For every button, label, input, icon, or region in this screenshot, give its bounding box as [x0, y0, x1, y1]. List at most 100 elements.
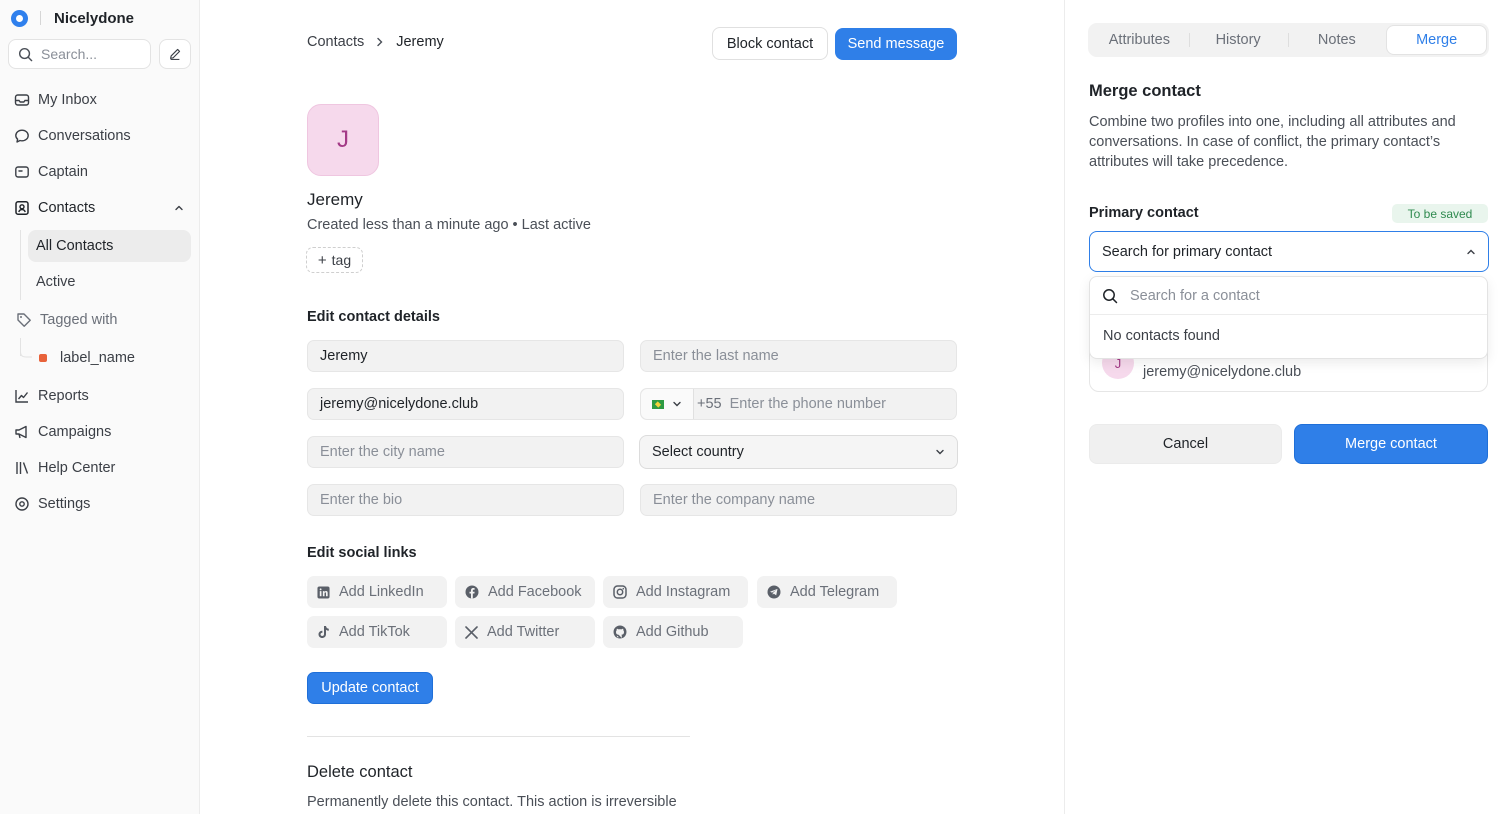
tag-icon: [17, 313, 31, 327]
phone-placeholder: Enter the phone number: [729, 396, 886, 412]
pencil-icon: [170, 48, 181, 60]
brand-divider: [40, 11, 41, 25]
label-color-dot: [39, 354, 47, 362]
social-links-title: Edit social links: [307, 545, 417, 561]
social-label: Add Instagram: [636, 584, 731, 600]
chart-line-icon: [15, 390, 29, 403]
sidebar: Nicelydone Search... My Inbox Conversati…: [0, 0, 200, 814]
merge-contact-button[interactable]: Merge contact: [1294, 424, 1488, 464]
dial-code: +55: [697, 396, 722, 412]
sidebar-item-conversations[interactable]: Conversations: [14, 122, 131, 150]
search-icon: [18, 47, 33, 61]
contact-meta: Created less than a minute ago • Last ac…: [307, 217, 591, 233]
plus-icon: +: [317, 251, 327, 269]
add-twitter-button[interactable]: Add Twitter: [455, 616, 595, 648]
chevron-down-icon: [936, 449, 944, 455]
sidebar-item-label: Contacts: [38, 200, 96, 216]
sidebar-item-label: Conversations: [38, 128, 131, 144]
contact-avatar: J: [307, 104, 379, 176]
contact-search-input[interactable]: Search for a contact: [1090, 277, 1487, 315]
add-linkedin-button[interactable]: Add LinkedIn: [307, 576, 447, 608]
chevron-right-icon: [376, 37, 384, 47]
github-icon: [613, 625, 627, 639]
add-tag-button[interactable]: + tag: [306, 247, 363, 273]
sidebar-search-input[interactable]: Search...: [8, 39, 151, 69]
email-field[interactable]: jeremy@nicelydone.club: [307, 388, 624, 420]
social-label: Add Telegram: [790, 584, 880, 600]
social-label: Add Twitter: [487, 624, 560, 640]
breadcrumb-contacts-link[interactable]: Contacts: [307, 34, 364, 50]
sidebar-item-active[interactable]: Active: [28, 266, 191, 298]
chevron-up-icon: [1467, 249, 1475, 254]
x-twitter-icon: [465, 625, 478, 639]
add-tiktok-button[interactable]: Add TikTok: [307, 616, 447, 648]
first-name-field[interactable]: Jeremy: [307, 340, 624, 372]
chevron-down-icon: [673, 401, 681, 407]
library-icon: [16, 462, 29, 474]
gear-icon: [15, 497, 29, 511]
add-instagram-button[interactable]: Add Instagram: [603, 576, 748, 608]
block-contact-button[interactable]: Block contact: [712, 27, 828, 60]
contact-search-dropdown: Search for a contact No contacts found: [1089, 276, 1488, 359]
sidebar-item-help-center[interactable]: Help Center: [14, 454, 115, 482]
social-label: Add Github: [636, 624, 709, 640]
brand-logo-icon: [11, 9, 28, 27]
sidebar-item-label: My Inbox: [38, 92, 97, 108]
city-field[interactable]: Enter the city name: [307, 436, 624, 468]
country-select-value: Select country: [652, 444, 744, 460]
primary-contact-select[interactable]: Search for primary contact: [1089, 231, 1489, 272]
chevron-up-icon[interactable]: [174, 204, 184, 212]
update-contact-button[interactable]: Update contact: [307, 672, 433, 704]
last-name-field[interactable]: Enter the last name: [640, 340, 957, 372]
captain-icon: [15, 166, 29, 178]
country-code-select[interactable]: [641, 389, 694, 419]
primary-contact-select-value: Search for primary contact: [1102, 243, 1273, 260]
sidebar-item-label: label_name: [60, 350, 135, 366]
add-telegram-button[interactable]: Add Telegram: [757, 576, 897, 608]
brazil-flag-icon: [652, 399, 664, 409]
contact-name: Jeremy: [307, 190, 363, 209]
tab-history[interactable]: History: [1188, 25, 1288, 55]
sidebar-item-all-contacts[interactable]: All Contacts: [28, 230, 191, 262]
submenu-guide-line: [20, 230, 21, 300]
sidebar-item-tagged-with[interactable]: Tagged with: [16, 306, 117, 334]
sidebar-item-label-name[interactable]: label_name: [39, 344, 135, 372]
company-field[interactable]: Enter the company name: [640, 484, 957, 516]
country-select[interactable]: Select country: [639, 435, 958, 469]
sidebar-item-contacts[interactable]: Contacts: [14, 194, 95, 222]
delete-contact-description: Permanently delete this contact. This ac…: [307, 794, 677, 810]
compose-button[interactable]: [159, 39, 191, 69]
add-tag-label: tag: [331, 252, 352, 268]
sidebar-item-label: Campaigns: [38, 424, 112, 440]
sidebar-item-captain[interactable]: Captain: [14, 158, 88, 186]
secondary-contact-email: jeremy@nicelydone.club: [1143, 364, 1302, 380]
contact-book-icon: [15, 201, 29, 215]
sidebar-item-inbox[interactable]: My Inbox: [14, 86, 97, 114]
edit-details-title: Edit contact details: [307, 309, 440, 325]
merge-title: Merge contact: [1089, 82, 1201, 100]
tab-merge[interactable]: Merge: [1386, 25, 1487, 55]
empty-state-message: No contacts found: [1103, 328, 1220, 344]
cancel-button[interactable]: Cancel: [1089, 424, 1282, 464]
tab-attributes[interactable]: Attributes: [1090, 25, 1189, 55]
instagram-icon: [613, 585, 627, 599]
linkedin-icon: [317, 585, 330, 599]
sidebar-item-campaigns[interactable]: Campaigns: [14, 418, 111, 446]
add-facebook-button[interactable]: Add Facebook: [455, 576, 595, 608]
send-message-button[interactable]: Send message: [835, 28, 957, 60]
section-divider: [307, 736, 690, 737]
search-placeholder: Search...: [41, 46, 98, 62]
sidebar-item-label: Tagged with: [40, 312, 118, 328]
add-github-button[interactable]: Add Github: [603, 616, 743, 648]
sidebar-item-reports[interactable]: Reports: [14, 382, 89, 410]
brand[interactable]: Nicelydone: [11, 8, 134, 28]
chat-bubble-icon: [15, 129, 29, 143]
phone-field[interactable]: +55 Enter the phone number: [640, 388, 957, 420]
sidebar-item-label: Help Center: [38, 460, 116, 476]
bio-field[interactable]: Enter the bio: [307, 484, 624, 516]
breadcrumb: Contacts Jeremy: [307, 34, 444, 50]
sidebar-item-label: Settings: [38, 496, 91, 512]
sidebar-item-settings[interactable]: Settings: [14, 490, 90, 518]
tab-notes[interactable]: Notes: [1287, 25, 1387, 55]
delete-contact-title: Delete contact: [307, 763, 413, 781]
